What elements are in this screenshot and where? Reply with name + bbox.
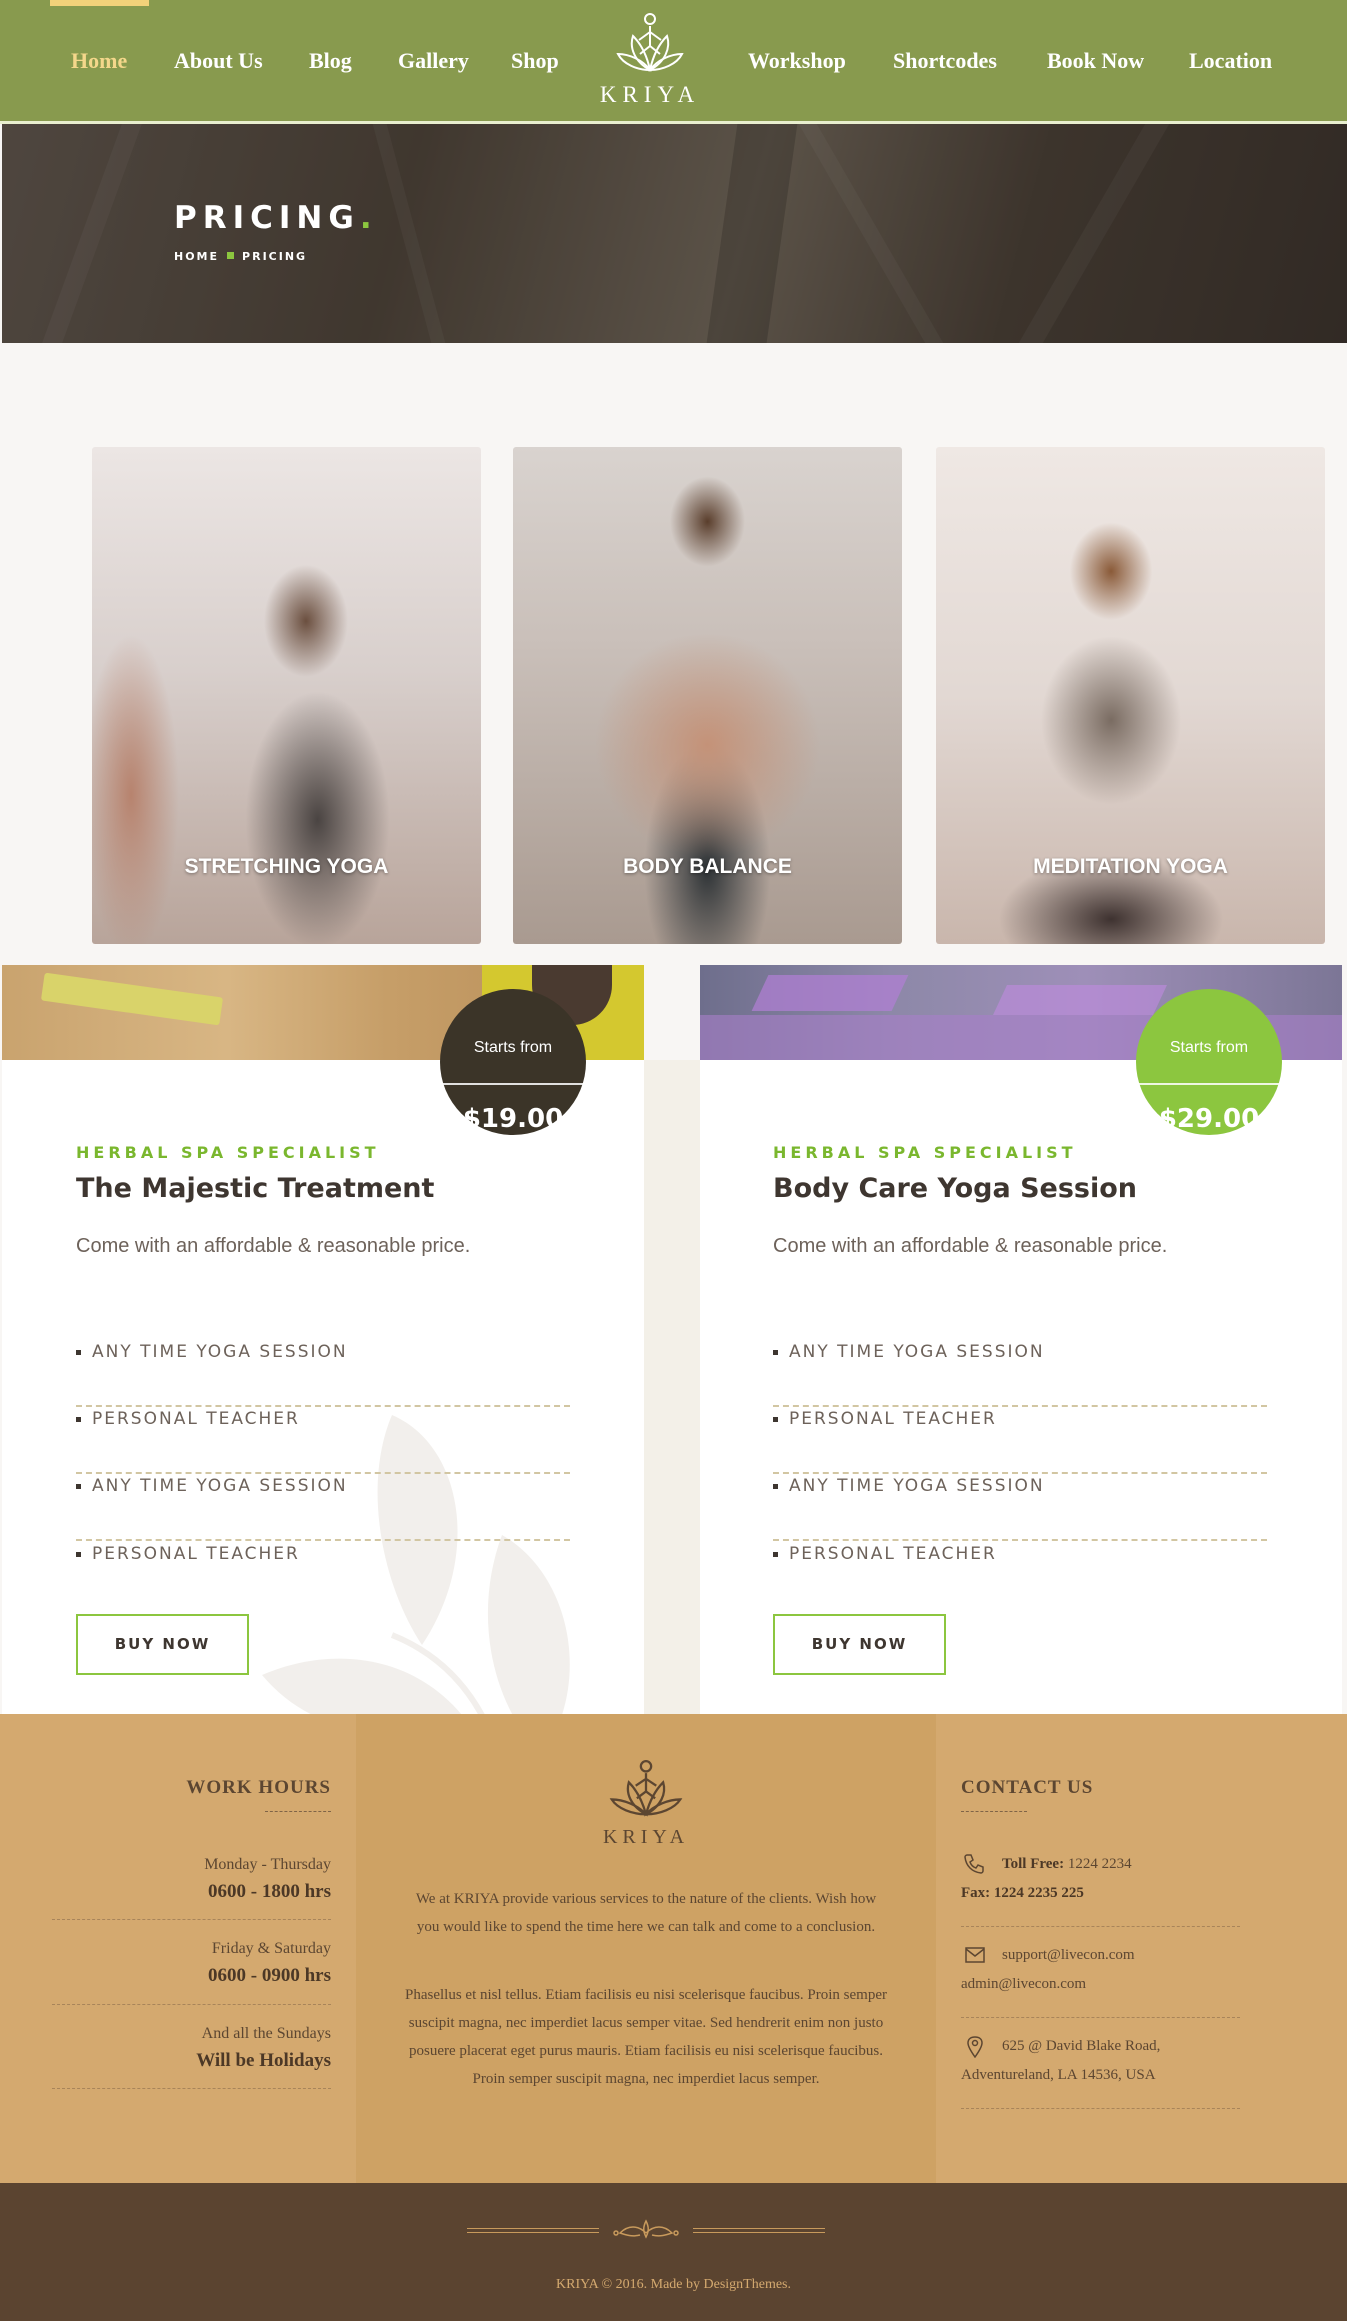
card-caption: STRETCHING YOGA	[184, 855, 389, 878]
active-nav-indicator	[50, 0, 149, 6]
pricing-feature: PERSONAL TEACHER	[76, 1407, 570, 1474]
card-caption: MEDITATION YOGA	[1033, 855, 1228, 878]
breadcrumb-home[interactable]: HOME	[174, 250, 219, 263]
heading-underline	[265, 1811, 331, 1812]
footer-about-text: We at KRIYA provide various services to …	[415, 1891, 877, 1935]
lotus-logo-icon	[616, 13, 684, 72]
address-line-2: Adventureland, LA 14536, USA	[961, 2067, 1156, 2083]
nav-about-us[interactable]: About Us	[174, 48, 263, 74]
toll-free-line: Toll Free: 1224 2234	[1002, 1856, 1132, 1872]
phone-icon	[964, 1854, 984, 1874]
lotus-logo-icon	[609, 1760, 683, 1817]
pricing-feature: PERSONAL TEACHER	[76, 1542, 570, 1609]
breadcrumb-current: PRICING	[242, 250, 308, 263]
pricing-subtitle: HERBAL SPA SPECIALIST	[773, 1143, 1077, 1162]
buy-now-button[interactable]: BUY NOW	[773, 1614, 946, 1675]
pricing-column-gap	[644, 1060, 700, 1714]
pricing-feature: ANY TIME YOGA SESSION	[76, 1474, 570, 1541]
row-separator	[52, 2004, 331, 2005]
pricing-subtitle: HERBAL SPA SPECIALIST	[76, 1143, 380, 1162]
support-email-link[interactable]: support@livecon.com	[1002, 1947, 1135, 1964]
ornament-flourish-icon	[613, 2219, 679, 2239]
nav-shortcodes[interactable]: Shortcodes	[893, 48, 997, 74]
badge-divider	[440, 1083, 586, 1085]
nav-location[interactable]: Location	[1189, 48, 1272, 74]
logo-text: KRIYA	[599, 82, 701, 107]
nav-workshop[interactable]: Workshop	[748, 48, 846, 74]
price-amount: $19.00	[462, 1104, 564, 1134]
row-separator	[52, 2088, 331, 2089]
price-amount: $29.00	[1158, 1104, 1260, 1134]
pricing-title: The Majestic Treatment	[76, 1173, 435, 1204]
row-separator	[52, 1919, 331, 1920]
address-line-1: 625 @ David Blake Road,	[1002, 2038, 1161, 2054]
footer-logo[interactable]: KRIYA	[596, 1757, 696, 1849]
row-separator	[961, 2017, 1240, 2018]
work-hours-heading: WORK HOURS	[186, 1777, 331, 1798]
top-navigation: Home About Us Blog Gallery Shop KRIYA Wo…	[0, 0, 1347, 124]
work-hours-day: Monday - Thursday	[204, 1856, 331, 1873]
row-separator	[961, 1926, 1240, 1927]
footer-bottom-bar	[0, 2183, 1347, 2321]
contact-us-heading: CONTACT US	[961, 1777, 1094, 1798]
pricing-feature: PERSONAL TEACHER	[773, 1542, 1267, 1609]
heading-underline	[961, 1811, 1027, 1812]
pricing-description: Come with an affordable & reasonable pri…	[76, 1235, 471, 1257]
pricing-feature: ANY TIME YOGA SESSION	[773, 1474, 1267, 1541]
price-badge: Starts from $29.00	[1136, 989, 1282, 1135]
nav-blog[interactable]: Blog	[309, 48, 352, 74]
pricing-feature: ANY TIME YOGA SESSION	[76, 1340, 570, 1407]
pricing-description: Come with an affordable & reasonable pri…	[773, 1235, 1168, 1257]
location-pin-icon	[967, 2036, 983, 2058]
ornament-line-left	[467, 2228, 599, 2233]
pricing-feature: PERSONAL TEACHER	[773, 1407, 1267, 1474]
fax-line: Fax: 1224 2235 225	[961, 1885, 1084, 1901]
nav-book-now[interactable]: Book Now	[1047, 48, 1144, 74]
footer-logo-text: KRIYA	[602, 1826, 690, 1848]
buy-now-button[interactable]: BUY NOW	[76, 1614, 249, 1675]
work-hours-time: 0600 - 1800 hrs	[208, 1881, 331, 1902]
nav-shop[interactable]: Shop	[511, 48, 559, 74]
card-caption: BODY BALANCE	[623, 855, 792, 878]
footer-about-text-2: Phasellus et nisl tellus. Etiam facilisi…	[405, 1987, 887, 2087]
nav-home[interactable]: Home	[71, 48, 127, 74]
starts-from-label: Starts from	[473, 1039, 553, 1056]
mail-icon	[965, 1947, 985, 1963]
yoga-card-meditation[interactable]: MEDITATION YOGA	[936, 447, 1325, 944]
page-title: PRICING.	[174, 200, 378, 236]
price-badge: Starts from $19.00	[440, 989, 586, 1135]
yoga-card-body-balance[interactable]: BODY BALANCE	[513, 447, 902, 944]
work-hours-time: 0600 - 0900 hrs	[208, 1965, 331, 1986]
pricing-title: Body Care Yoga Session	[773, 1173, 1138, 1204]
work-hours-day: Friday & Saturday	[211, 1940, 331, 1957]
starts-from-label: Starts from	[1169, 1039, 1249, 1056]
copyright-text: KRIYA © 2016. Made by DesignThemes.	[556, 2277, 791, 2292]
badge-divider	[1136, 1083, 1282, 1085]
row-separator	[961, 2108, 1240, 2109]
ornament-line-right	[693, 2228, 825, 2233]
admin-email-link[interactable]: admin@livecon.com	[961, 1976, 1086, 1993]
work-hours-time: Will be Holidays	[196, 2050, 331, 2071]
nav-gallery[interactable]: Gallery	[398, 48, 469, 74]
pricing-feature: ANY TIME YOGA SESSION	[773, 1340, 1267, 1407]
breadcrumb: HOME PRICING	[174, 250, 307, 263]
yoga-card-stretching[interactable]: STRETCHING YOGA	[92, 447, 481, 944]
site-logo[interactable]: KRIYA	[585, 10, 715, 114]
work-hours-day: And all the Sundays	[201, 2025, 331, 2042]
breadcrumb-separator	[227, 252, 235, 259]
